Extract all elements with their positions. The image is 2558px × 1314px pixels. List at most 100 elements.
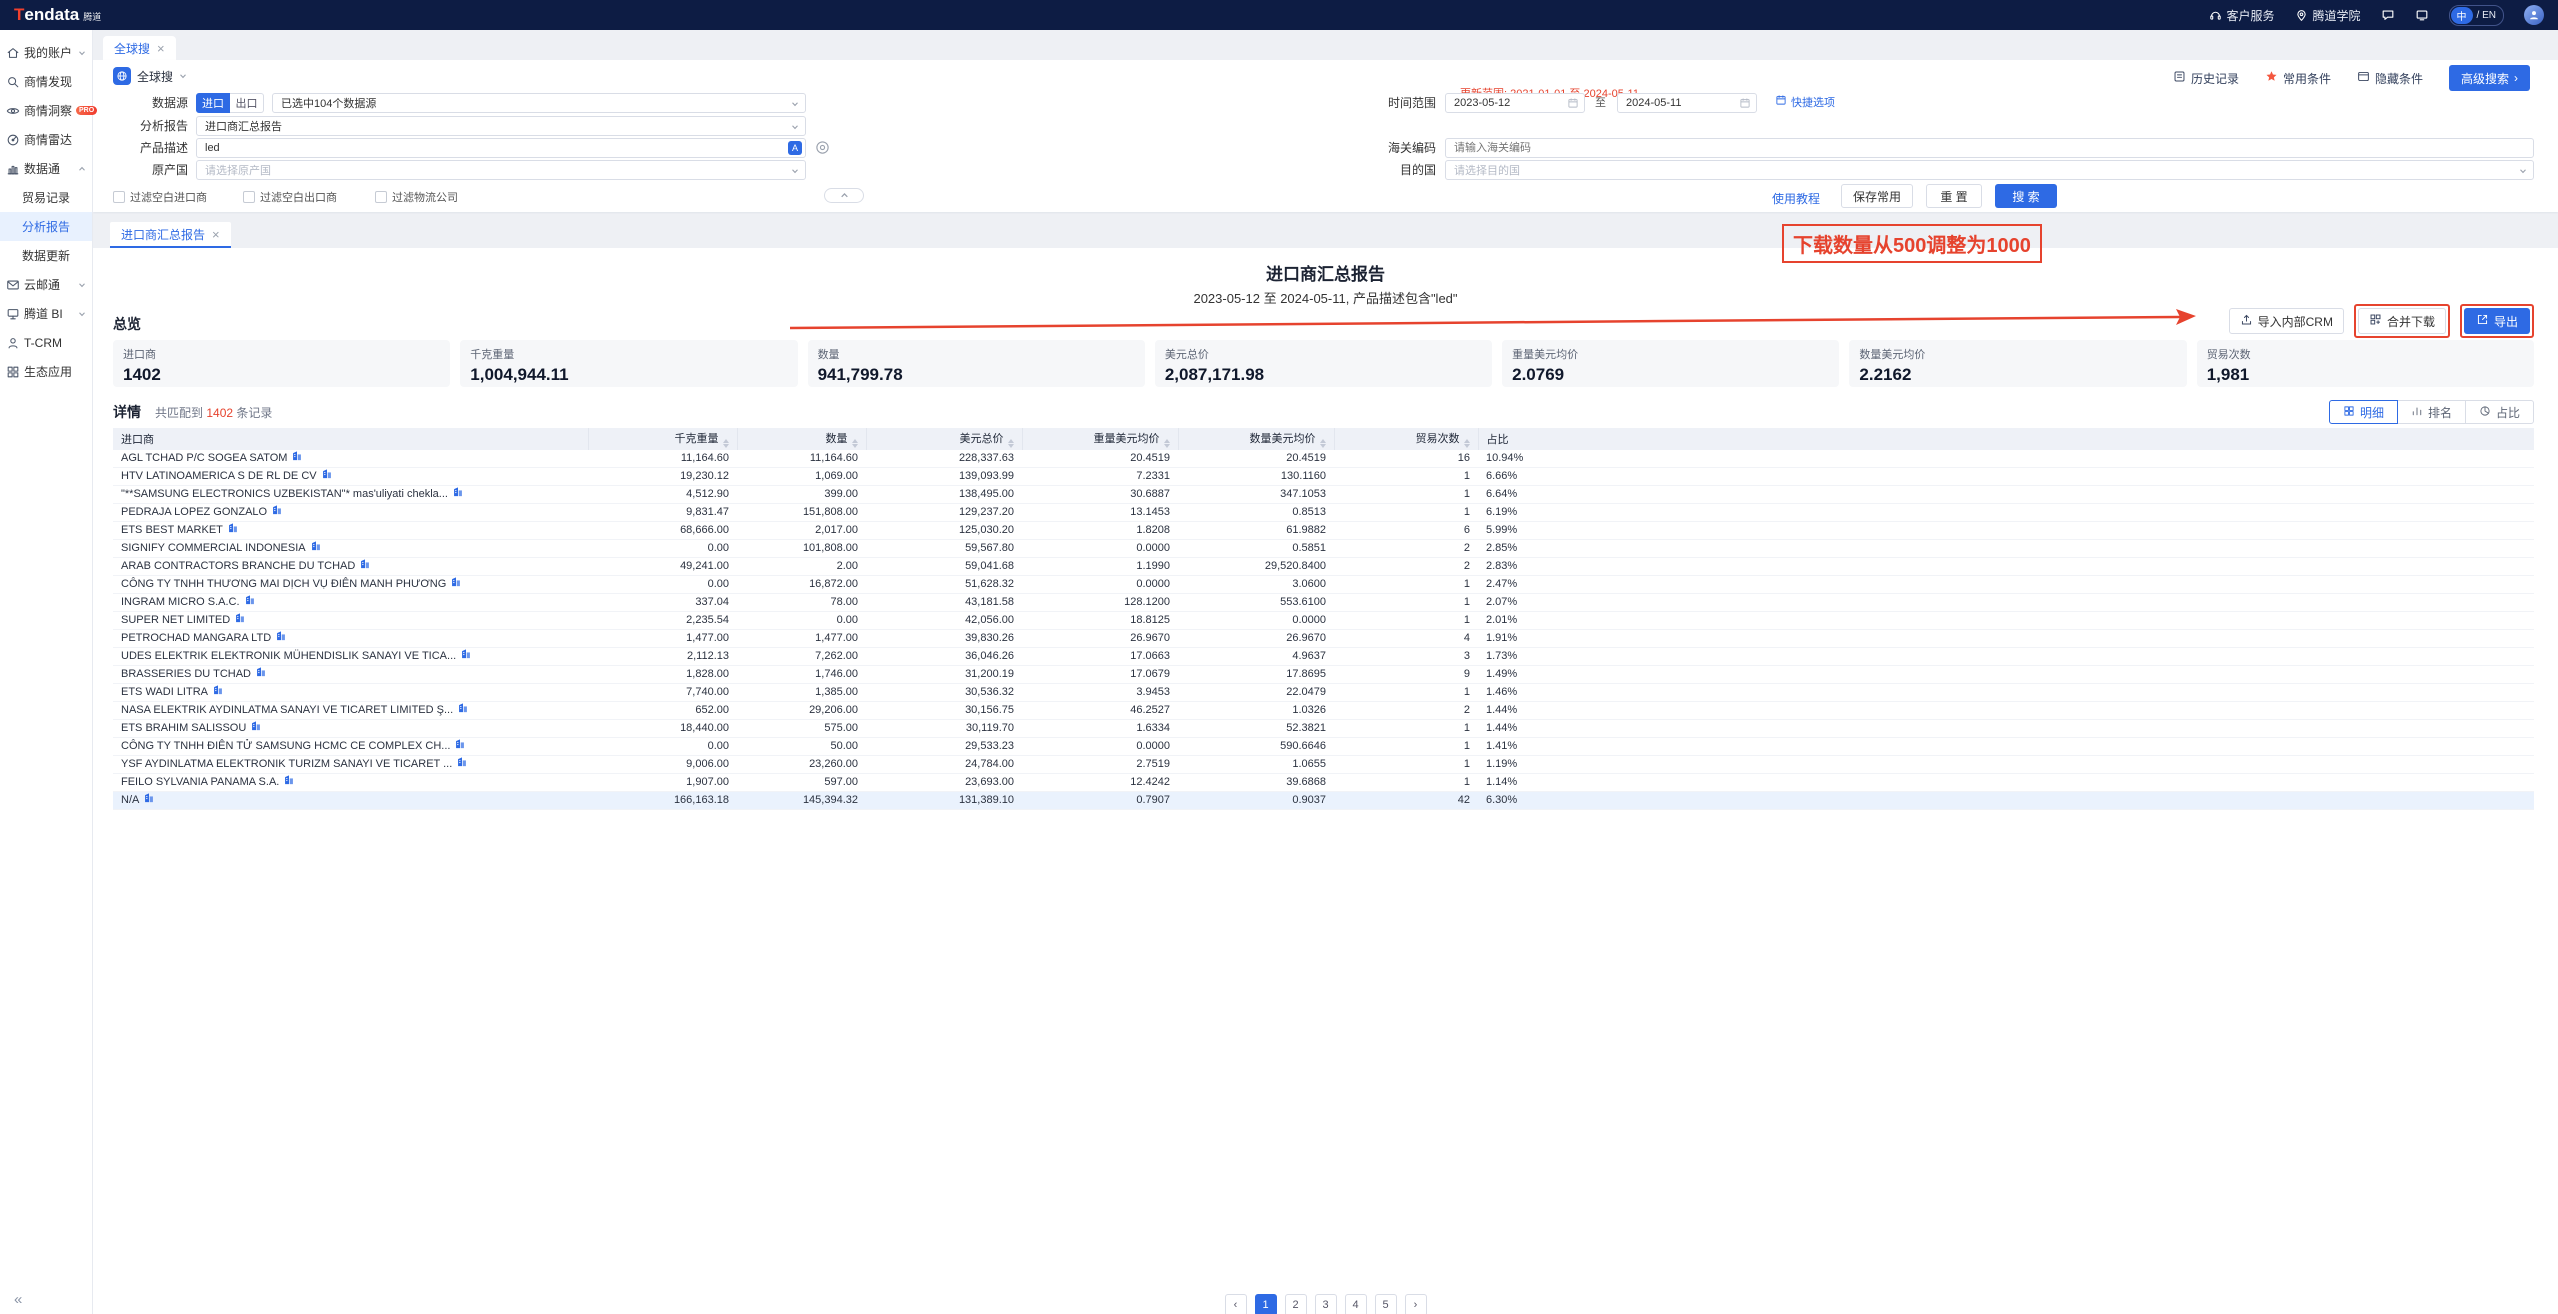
sidebar-item-trade-records[interactable]: 贸易记录 [0,183,92,212]
company-icon[interactable] [455,738,465,755]
tutorial-link[interactable]: 使用教程 [1772,190,1820,207]
column-header-usd-total[interactable]: 美元总价 [866,428,1022,450]
search-button[interactable]: 搜 索 [1995,184,2057,208]
page-5[interactable]: 5 [1375,1294,1397,1314]
sidebar-item-cloud-mail[interactable]: 云邮通 [0,270,92,299]
sidebar-item-data-hub[interactable]: 数据通 [0,154,92,183]
table-row[interactable]: "**SAMSUNG ELECTRONICS UZBEKISTAN"* mas'… [113,486,2534,504]
page-3[interactable]: 3 [1315,1294,1337,1314]
column-header-quantity[interactable]: 数量 [737,428,866,450]
sidebar-item-t-crm[interactable]: T-CRM [0,328,92,357]
lang-en[interactable]: / EN [2477,10,2496,21]
company-icon[interactable] [458,702,468,719]
company-icon[interactable] [245,594,255,611]
company-icon[interactable] [451,576,461,593]
checkbox-filter-blank-exporter[interactable]: 过滤空白出口商 [243,189,337,205]
table-row[interactable]: NASA ELEKTRIK AYDINLATMA SANAYI VE TICAR… [113,702,2534,720]
sidebar-item-biz-insight[interactable]: 商情洞察PRO [0,96,92,125]
analysis-report-select[interactable]: 进口商汇总报告 [196,116,806,136]
sort-icon[interactable] [852,439,858,448]
company-icon[interactable] [311,540,321,557]
reset-button[interactable]: 重 置 [1926,184,1982,208]
company-icon[interactable] [457,756,467,773]
destination-country-select[interactable]: 请选择目的国 [1445,160,2534,180]
hs-code-input[interactable] [1445,138,2534,158]
table-row[interactable]: PETROCHAD MANGARA LTD1,477.001,477.0039,… [113,630,2534,648]
table-row[interactable]: ETS WADI LITRA7,740.001,385.0030,536.323… [113,684,2534,702]
column-header-trade-count[interactable]: 贸易次数 [1334,428,1478,450]
column-header-usd-per-qty[interactable]: 数量美元均价 [1178,428,1334,450]
avatar[interactable] [2524,5,2544,25]
table-row[interactable]: HTV LATINOAMERICA S DE RL DE CV19,230.12… [113,468,2534,486]
table-row[interactable]: PEDRAJA LOPEZ GONZALO9,831.47151,808.001… [113,504,2534,522]
page-1[interactable]: 1 [1255,1294,1277,1314]
origin-country-select[interactable]: 请选择原产国 [196,160,806,180]
company-icon[interactable] [256,666,266,683]
company-icon[interactable] [251,720,261,737]
academy-link[interactable]: 腾道学院 [2295,7,2361,24]
table-row[interactable]: AGL TCHAD P/C SOGEA SATOM11,164.6011,164… [113,450,2534,468]
sidebar-collapse-button[interactable]: « [0,1291,93,1308]
sidebar-item-data-updates[interactable]: 数据更新 [0,241,92,270]
checkbox-filter-blank-importer[interactable]: 过滤空白进口商 [113,189,207,205]
match-mode-icon[interactable] [815,140,830,158]
table-row[interactable]: SIGNIFY COMMERCIAL INDONESIA0.00101,808.… [113,540,2534,558]
column-header-usd-per-kg[interactable]: 重量美元均价 [1022,428,1178,450]
company-icon[interactable] [276,630,286,647]
company-icon[interactable] [272,504,282,521]
save-common-button[interactable]: 保存常用 [1841,184,1913,208]
date-from-input[interactable]: 2023-05-12 [1445,93,1585,113]
sidebar-item-tendata-bi[interactable]: 腾道 BI [0,299,92,328]
table-row[interactable]: BRASSERIES DU TCHAD1,828.001,746.0031,20… [113,666,2534,684]
export-button[interactable]: 导出 [2464,308,2530,334]
company-icon[interactable] [453,486,463,503]
tab-import-summary-report[interactable]: 进口商汇总报告 × [110,222,231,248]
view-ranking-button[interactable]: 排名 [2397,400,2466,424]
company-icon[interactable] [228,522,238,539]
customer-service-link[interactable]: 客户服务 [2209,7,2275,24]
hide-conditions-button[interactable]: 隐藏条件 [2357,70,2423,87]
tab-global-search[interactable]: 全球搜 × [103,36,176,60]
merge-download-button[interactable]: 合并下载 [2358,308,2446,334]
column-header-kg-weight[interactable]: 千克重量 [588,428,737,450]
sort-icon[interactable] [1464,439,1470,448]
table-row[interactable]: CÔNG TY TNHH ĐIÊN TỬ SAMSUNG HCMC CE COM… [113,738,2534,756]
company-icon[interactable] [235,612,245,629]
table-row[interactable]: N/A166,163.18145,394.32131,389.100.79070… [113,792,2534,810]
advanced-search-button[interactable]: 高级搜索 › [2449,65,2530,91]
lang-zh[interactable]: 中 [2451,7,2473,24]
company-icon[interactable] [284,774,294,791]
table-row[interactable]: INGRAM MICRO S.A.C.337.0478.0043,181.581… [113,594,2534,612]
sort-icon[interactable] [1164,439,1170,448]
company-icon[interactable] [144,792,154,809]
monitor-icon[interactable] [2415,8,2429,22]
sidebar-item-eco-apps[interactable]: 生态应用 [0,357,92,386]
translate-icon[interactable]: A [788,141,802,155]
company-icon[interactable] [213,684,223,701]
table-row[interactable]: FEILO SYLVANIA PANAMA S.A.1,907.00597.00… [113,774,2534,792]
export-toggle[interactable]: 出口 [230,93,264,113]
import-crm-button[interactable]: 导入内部CRM [2229,308,2344,334]
date-to-input[interactable]: 2024-05-11 [1617,93,1757,113]
scope-selector[interactable]: 全球搜 [113,67,187,85]
table-row[interactable]: ETS BRAHIM SALISSOU18,440.00575.0030,119… [113,720,2534,738]
page-2[interactable]: 2 [1285,1294,1307,1314]
view-proportion-button[interactable]: 占比 [2465,400,2534,424]
close-icon[interactable]: × [212,228,220,241]
table-row[interactable]: YSF AYDINLATMA ELEKTRONIK TURIZM SANAYI … [113,756,2534,774]
quick-options-link[interactable]: 快捷选项 [1775,93,1835,113]
favorite-conditions-button[interactable]: 常用条件 [2265,70,2331,87]
table-row[interactable]: ARAB CONTRACTORS BRANCHE DU TCHAD49,241.… [113,558,2534,576]
chat-icon[interactable] [2381,8,2395,22]
view-detail-button[interactable]: 明细 [2329,400,2398,424]
sort-icon[interactable] [1008,439,1014,448]
collapse-filters-button[interactable] [824,188,864,203]
company-icon[interactable] [292,450,302,467]
history-button[interactable]: 历史记录 [2173,70,2239,87]
sidebar-item-biz-radar[interactable]: 商情雷达 [0,125,92,154]
page-next[interactable]: › [1405,1294,1427,1314]
sidebar-item-my-account[interactable]: 我的账户 [0,38,92,67]
checkbox-filter-logistics[interactable]: 过滤物流公司 [375,189,458,205]
datasource-select[interactable]: 已选中104个数据源 [272,93,806,113]
sidebar-item-analysis-reports[interactable]: 分析报告 [0,212,92,241]
